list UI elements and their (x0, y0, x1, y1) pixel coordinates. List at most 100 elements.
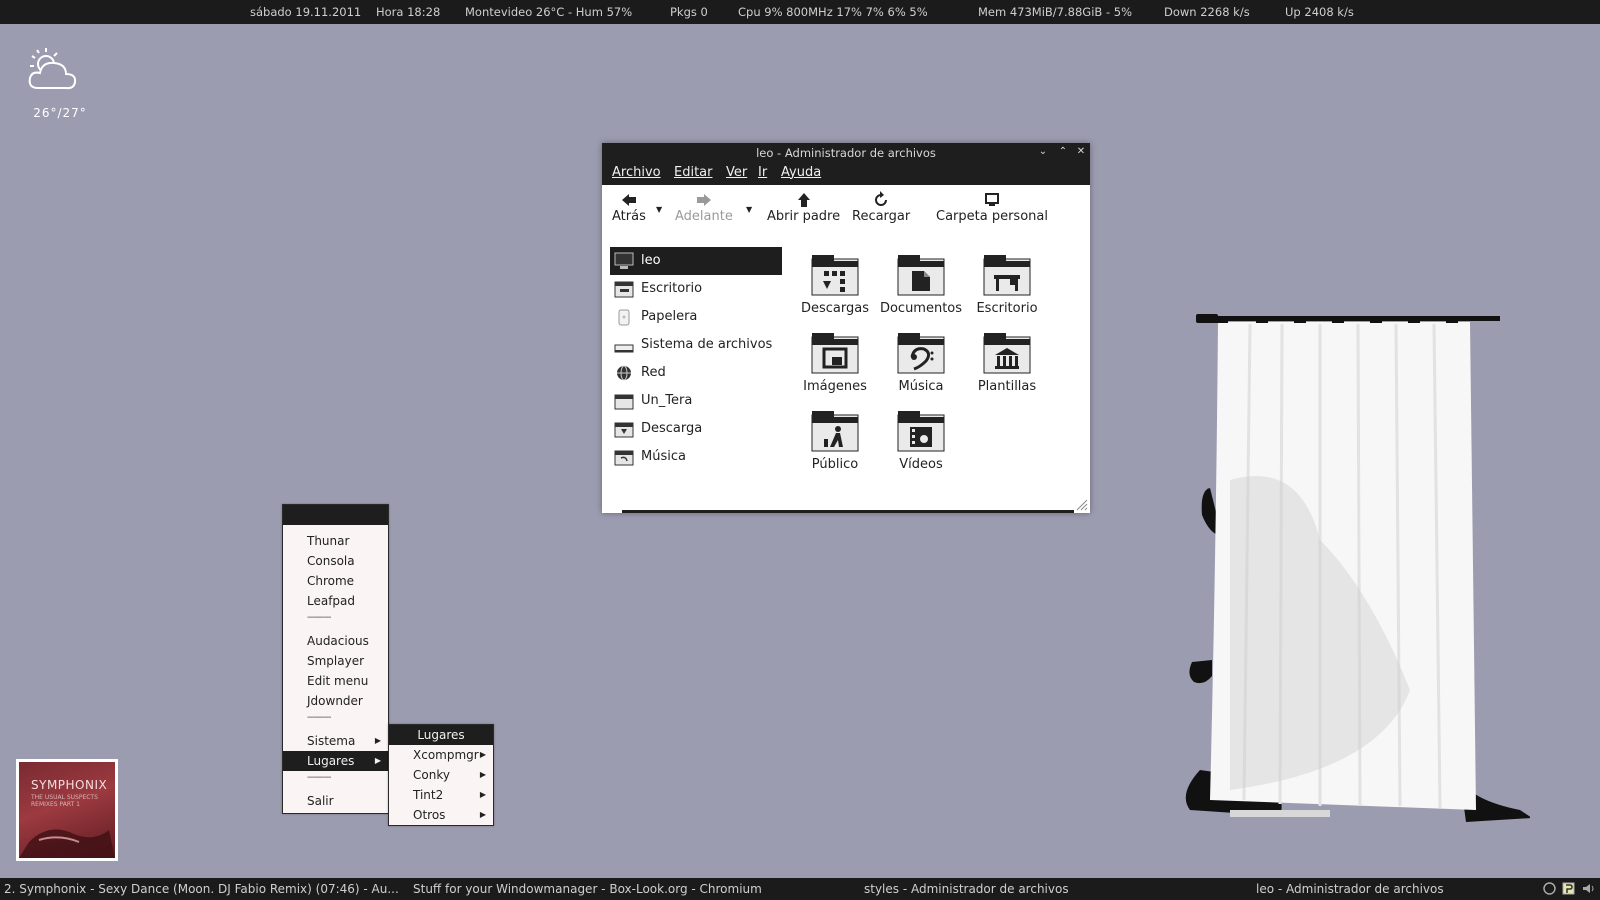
menu-ir[interactable]: Ir (758, 165, 767, 180)
sidebar-item-papelera[interactable]: Papelera (610, 303, 782, 331)
home-folder-button[interactable]: Carpeta personal (936, 191, 1048, 224)
music-folder-icon (614, 450, 634, 466)
sidebar-item-un-tera[interactable]: Un_Tera (610, 387, 782, 415)
album-title: SYMPHONIX (31, 778, 108, 792)
window-title: leo - Administrador de archivos (756, 146, 936, 160)
menu-ayuda[interactable]: Ayuda (781, 165, 821, 180)
status-download: Down 2268 k/s (1164, 5, 1250, 19)
menu-ver[interactable]: Ver (726, 165, 747, 180)
pictures-folder-icon (811, 333, 859, 374)
menu-item-leafpad[interactable]: Leafpad (283, 591, 388, 611)
file-item-videos[interactable]: Vídeos (878, 409, 964, 472)
submenu-arrow-icon: ▶ (479, 770, 486, 779)
forward-label: Adelante (675, 209, 733, 224)
album-art-image: SYMPHONIX THE USUAL SUSPECTS REMIXES PAR… (19, 762, 115, 858)
menu-item-salir[interactable]: Salir (283, 791, 388, 811)
sidebar-item-red[interactable]: Red (610, 359, 782, 387)
back-button[interactable]: Atrás (612, 191, 646, 224)
menu-separator: --------- (307, 612, 331, 623)
menu-item-sistema[interactable]: Sistema ▶ (283, 731, 388, 751)
file-item-descargas[interactable]: Descargas (792, 253, 878, 316)
lugares-submenu: Lugares Xcompmgr ▶ Conky ▶ Tint2 ▶ Otros… (388, 724, 494, 826)
menu-item-lugares[interactable]: Lugares ▶ (283, 751, 388, 771)
file-item-plantillas[interactable]: Plantillas (964, 331, 1050, 394)
close-button[interactable]: ✕ (1074, 145, 1088, 159)
menu-item-consola[interactable]: Consola (283, 551, 388, 571)
partly-cloudy-icon (28, 48, 77, 90)
file-manager-window[interactable]: leo - Administrador de archivos ⌄ ⌃ ✕ Ar… (602, 143, 1090, 513)
reload-icon (875, 191, 888, 206)
templates-folder-icon (983, 333, 1031, 374)
menu-item-jdownder[interactable]: Jdownder (283, 691, 388, 711)
menu-editar[interactable]: Editar (674, 165, 713, 180)
sidebar-item-escritorio[interactable]: Escritorio (610, 275, 782, 303)
submenu-item-otros[interactable]: Otros ▶ (389, 805, 493, 825)
menu-archivo[interactable]: Archivo (612, 165, 661, 180)
maximize-button[interactable]: ⌃ (1056, 145, 1070, 159)
sidebar-item-sistema-de-archivos[interactable]: Sistema de archivos (610, 331, 782, 359)
submenu-item-conky[interactable]: Conky ▶ (389, 765, 493, 785)
submenu-arrow-icon: ▶ (374, 736, 381, 745)
status-cpu: Cpu 9% 800MHz 17% 7% 6% 5% (738, 5, 928, 19)
status-memory: Mem 473MiB/7.88GiB - 5% (978, 5, 1132, 19)
resize-grip-icon[interactable] (1076, 499, 1088, 511)
volume-tray-icon[interactable] (1582, 882, 1595, 895)
sidebar-item-descarga[interactable]: Descarga (610, 415, 782, 443)
task-chromium[interactable]: Stuff for your Windowmanager - Box-Look.… (413, 882, 762, 896)
documents-folder-icon (897, 255, 945, 296)
file-item-publico[interactable]: Público (792, 409, 878, 472)
menu-item-label: Lugares (307, 754, 355, 768)
submenu-arrow-icon: ▶ (374, 756, 381, 765)
task-file-manager-leo[interactable]: leo - Administrador de archivos (1256, 882, 1444, 896)
back-history-dropdown[interactable]: ▼ (656, 205, 662, 214)
menu-item-smplayer[interactable]: Smplayer (283, 651, 388, 671)
sidebar-item-label: Música (641, 449, 686, 464)
videos-folder-icon (897, 411, 945, 452)
file-label: Documentos (879, 301, 963, 316)
task-file-manager-styles[interactable]: styles - Administrador de archivos (864, 882, 1069, 896)
file-item-escritorio[interactable]: Escritorio (964, 253, 1050, 316)
file-label: Vídeos (899, 457, 943, 472)
menu-item-chrome[interactable]: Chrome (283, 571, 388, 591)
status-packages: Pkgs 0 (670, 5, 708, 19)
file-icon-view: Descargas Documentos Escritorio Imágenes… (792, 253, 1082, 493)
horizontal-scrollbar[interactable] (622, 510, 1074, 513)
parent-folder-button[interactable]: Abrir padre (767, 191, 840, 224)
status-date: sábado 19.11.2011 (250, 5, 362, 19)
taskbar: 2. Symphonix - Sexy Dance (Moon. DJ Fabi… (0, 878, 1600, 900)
submenu-item-tint2[interactable]: Tint2 ▶ (389, 785, 493, 805)
menu-item-label: Xcompmgr (413, 748, 479, 762)
task-audacious[interactable]: 2. Symphonix - Sexy Dance (Moon. DJ Fabi… (4, 882, 399, 896)
sidebar-item-leo[interactable]: leo (610, 247, 782, 275)
status-weather: Montevideo 26°C - Hum 57% (465, 5, 633, 19)
forward-button[interactable]: Adelante (675, 191, 733, 224)
file-item-musica[interactable]: Música (878, 331, 964, 394)
reload-label: Recargar (852, 209, 911, 224)
forward-history-dropdown[interactable]: ▼ (746, 205, 752, 214)
root-menu-title (283, 505, 388, 525)
sidebar-item-label: Sistema de archivos (641, 337, 773, 352)
package-updates-tray-icon[interactable] (1562, 882, 1575, 895)
network-tray-icon[interactable] (1543, 882, 1556, 895)
menu-item-audacious[interactable]: Audacious (283, 631, 388, 651)
menu-item-label: Otros (413, 808, 446, 822)
sidebar-item-label: leo (641, 253, 661, 268)
sidebar-item-label: Red (641, 365, 666, 380)
file-item-imagenes[interactable]: Imágenes (792, 331, 878, 394)
curtain-wallpaper-art (1185, 314, 1530, 822)
file-item-documentos[interactable]: Documentos (878, 253, 964, 316)
menu-item-edit-menu[interactable]: Edit menu (283, 671, 388, 691)
parent-folder-label: Abrir padre (767, 209, 841, 224)
window-titlebar[interactable]: leo - Administrador de archivos ⌄ ⌃ ✕ (602, 143, 1090, 163)
minimize-button[interactable]: ⌄ (1036, 145, 1050, 159)
reload-button[interactable]: Recargar (852, 191, 910, 224)
music-folder-icon (897, 333, 945, 374)
downloads-folder-icon (614, 422, 634, 438)
sidebar-item-musica[interactable]: Música (610, 443, 782, 471)
file-label: Descargas (800, 301, 869, 316)
file-label: Público (811, 457, 859, 472)
submenu-item-xcompmgr[interactable]: Xcompmgr ▶ (389, 745, 493, 765)
menu-item-thunar[interactable]: Thunar (283, 531, 388, 551)
desktop-folder-icon (614, 281, 634, 298)
public-folder-icon (811, 411, 859, 452)
